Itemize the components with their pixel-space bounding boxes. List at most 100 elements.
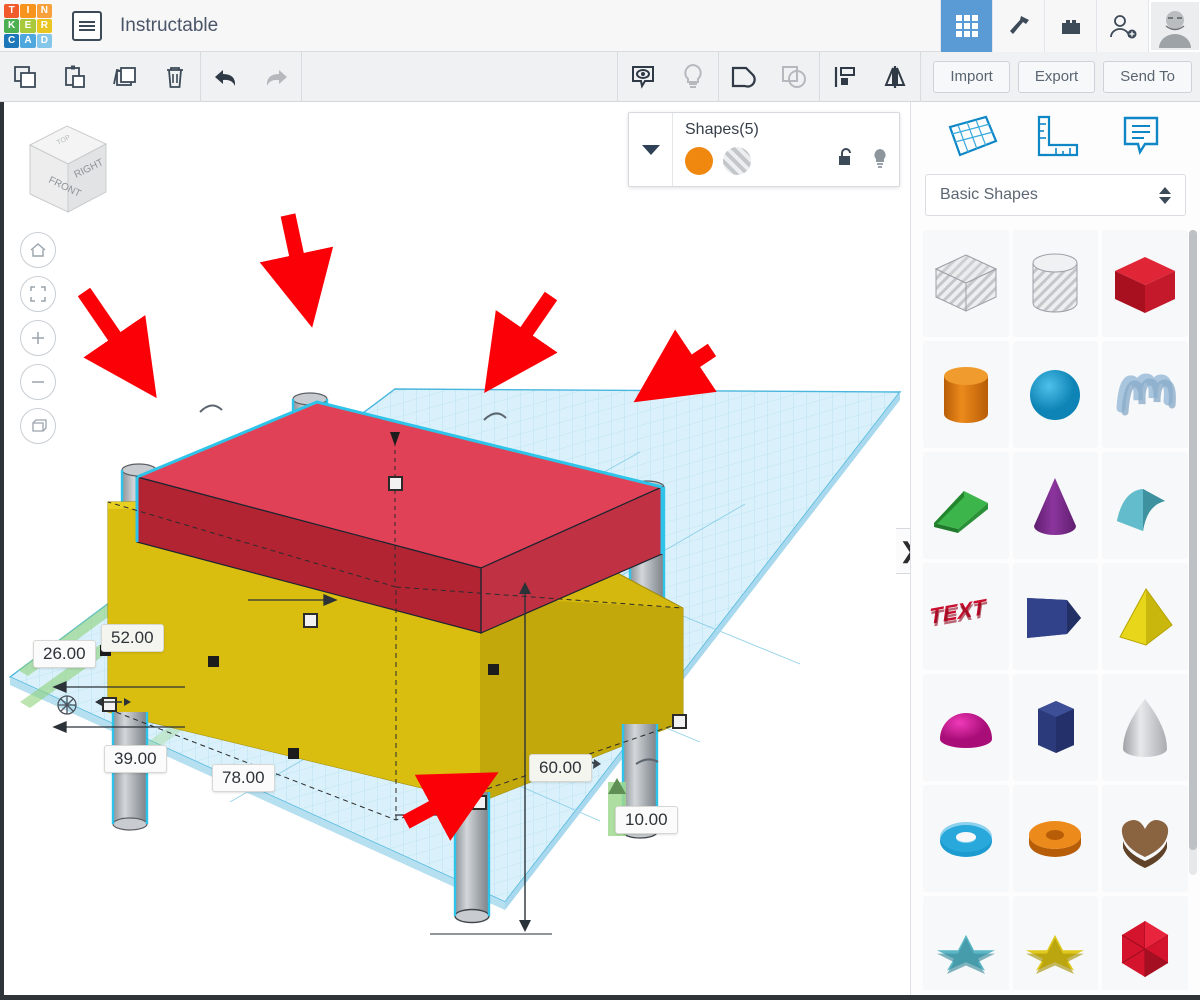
toolbar-action-buttons: Import Export Send To [933, 60, 1200, 93]
dim-label-26[interactable]: 26.00 [33, 640, 96, 668]
caret-down-icon[interactable] [629, 113, 673, 186]
shape-cone[interactable] [1012, 452, 1099, 559]
align-icon[interactable] [820, 52, 870, 102]
undo-icon[interactable] [201, 52, 251, 102]
top-bar-right-group [940, 0, 1200, 52]
export-button[interactable]: Export [1017, 60, 1096, 93]
fit-to-view-button[interactable] [20, 276, 56, 312]
shape-tube-half[interactable] [1102, 452, 1188, 559]
delete-trash-icon[interactable] [150, 52, 200, 102]
paste-icon[interactable] [50, 52, 100, 102]
shape-gallery: TEXT TEXT [923, 230, 1188, 990]
shape-cylinder-hole[interactable] [1012, 230, 1099, 337]
logo-tile-t: T [4, 3, 20, 18]
import-button[interactable]: Import [933, 60, 1010, 93]
shape-paraboloid[interactable] [1102, 674, 1188, 781]
shape-torus[interactable] [923, 785, 1009, 892]
lightbulb-icon [668, 52, 718, 102]
send-to-button[interactable]: Send To [1103, 60, 1192, 93]
duplicate-icon[interactable] [100, 52, 150, 102]
tinker-hammer-icon[interactable] [992, 0, 1044, 52]
group-icon[interactable] [719, 52, 769, 102]
shape-scribble[interactable] [1102, 341, 1188, 448]
3d-viewport[interactable]: FRONT RIGHT TOP 26.00 52.00 39.00 78.00 … [0, 102, 910, 995]
mirror-icon[interactable] [870, 52, 920, 102]
shapes-panel-body: Shapes(5) [673, 113, 899, 186]
toolbar-divider [920, 51, 922, 102]
shape-polyhedron[interactable] [1102, 896, 1188, 990]
shape-category-label: Basic Shapes [940, 186, 1038, 203]
dim-label-10[interactable]: 10.00 [615, 806, 678, 834]
home-view-button[interactable] [20, 232, 56, 268]
shape-half-sphere[interactable] [923, 674, 1009, 781]
copy-icon[interactable] [0, 52, 50, 102]
shapes-count-label: Shapes(5) [685, 121, 759, 138]
shape-cylinder[interactable] [923, 341, 1009, 448]
orthographic-view-button[interactable] [20, 408, 56, 444]
shape-category-select[interactable]: Basic Shapes [925, 174, 1186, 216]
list-line [79, 20, 95, 23]
left-edge-strip [0, 102, 4, 1000]
shape-box-hole[interactable] [923, 230, 1009, 337]
logo-tile-c: C [4, 33, 20, 48]
list-line [79, 28, 95, 31]
view-cube[interactable]: FRONT RIGHT TOP [20, 120, 115, 230]
shape-text[interactable]: TEXT TEXT [923, 563, 1009, 670]
dim-label-60[interactable]: 60.00 [529, 754, 592, 782]
user-avatar[interactable] [1148, 0, 1200, 52]
ruler-icon[interactable] [1033, 113, 1083, 164]
top-bar: TIN KER CAD Instructable [0, 0, 1200, 52]
shape-gallery-scrollbar[interactable] [1189, 230, 1197, 875]
shapes-info-panel[interactable]: Shapes(5) [628, 112, 900, 187]
spinner-arrows-icon [1159, 186, 1171, 204]
logo-tile-r: R [36, 18, 52, 33]
dim-label-52[interactable]: 52.00 [101, 624, 164, 652]
logo-tile-e: E [20, 18, 36, 33]
solid-color-swatch[interactable] [685, 147, 713, 175]
shape-heart[interactable] [1102, 785, 1188, 892]
toolbar-divider [301, 51, 302, 102]
redo-icon [251, 52, 301, 102]
leg-cylinder-front-center[interactable] [453, 792, 491, 924]
blocks-icon[interactable] [1044, 0, 1096, 52]
shape-pyramid[interactable] [1102, 563, 1188, 670]
bottom-edge-strip [0, 995, 1200, 1000]
main-toolbar: Import Export Send To [0, 51, 1200, 102]
logo-tile-k: K [4, 18, 20, 33]
zoom-in-button[interactable] [20, 320, 56, 356]
logo-tile-i: I [20, 3, 36, 18]
shape-box[interactable] [1102, 230, 1188, 337]
shape-star-yellow[interactable] [1012, 896, 1099, 990]
workplane-icon[interactable] [946, 113, 1000, 164]
tinkercad-logo[interactable]: TIN KER CAD [4, 3, 52, 48]
shape-wedge[interactable] [1012, 563, 1099, 670]
zoom-out-button[interactable] [20, 364, 56, 400]
shape-star-teal[interactable] [923, 896, 1009, 990]
note-icon[interactable] [1117, 112, 1165, 165]
invite-person-icon[interactable] [1096, 0, 1148, 52]
hole-swatch[interactable] [723, 147, 751, 175]
dim-label-39[interactable]: 39.00 [104, 745, 167, 773]
panel-header-icons [911, 102, 1200, 174]
list-line [79, 24, 95, 27]
shape-polygon[interactable] [1012, 674, 1099, 781]
workplane-scene [8, 388, 902, 935]
shapes-side-panel: Basic Shapes TEXT TEXT [910, 102, 1200, 1000]
logo-tile-d: D [36, 33, 52, 48]
logo-tile-n: N [36, 3, 52, 18]
view-navigation-controls [20, 232, 60, 452]
design-list-button[interactable] [72, 10, 102, 41]
document-title[interactable]: Instructable [120, 15, 218, 37]
gallery-grid-icon[interactable] [940, 0, 992, 52]
shape-tube[interactable] [1012, 785, 1099, 892]
lightbulb-icon[interactable] [871, 147, 889, 174]
ungroup-icon [769, 52, 819, 102]
move-gizmo-icon[interactable] [57, 695, 77, 715]
note-eye-icon[interactable] [618, 52, 668, 102]
unlocked-padlock-icon[interactable] [837, 147, 855, 174]
shape-roof[interactable] [923, 452, 1009, 559]
dim-label-78[interactable]: 78.00 [212, 764, 275, 792]
shapes-panel-actions [837, 147, 889, 174]
logo-tile-a: A [20, 33, 36, 48]
shape-sphere[interactable] [1012, 341, 1099, 448]
